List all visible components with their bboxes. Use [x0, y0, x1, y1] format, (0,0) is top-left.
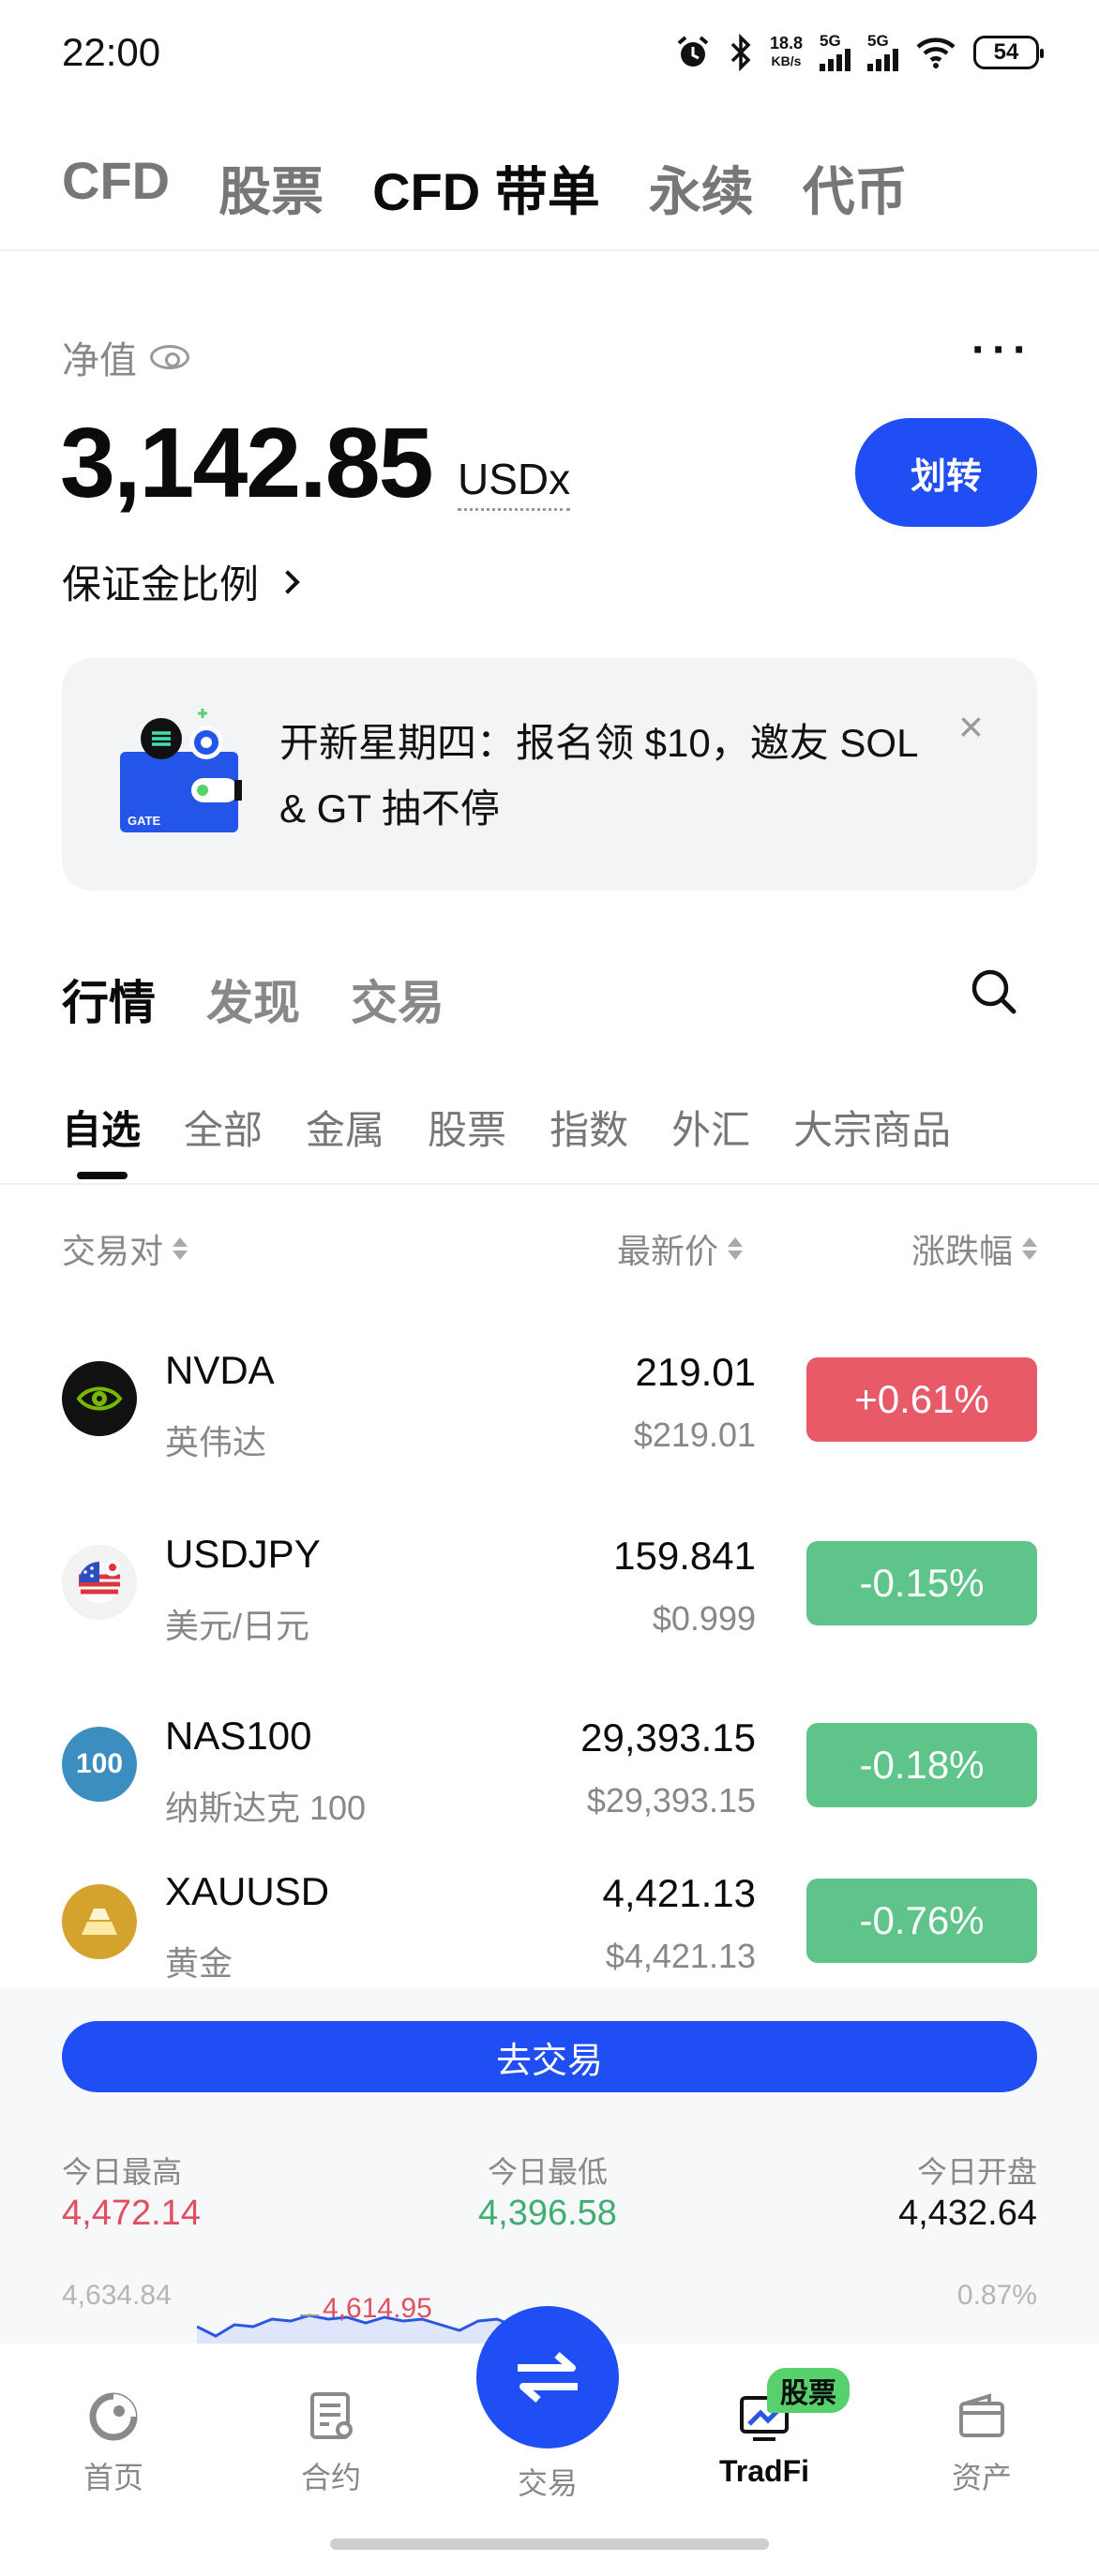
nav-assets[interactable]: 资产 — [911, 2390, 1052, 2497]
nvidia-icon — [62, 1361, 137, 1436]
row-symbol: NAS100 — [165, 1714, 312, 1758]
banner-brand-label: GATE — [128, 814, 160, 828]
equity-label: 净值 — [62, 330, 189, 384]
wallet-icon — [959, 2393, 1004, 2437]
chart-axis-label: 0.87% — [956, 2280, 1037, 2311]
cat-tab-all[interactable]: 全部 — [184, 1099, 263, 1156]
divider — [0, 249, 1099, 251]
close-icon[interactable]: × — [958, 705, 984, 748]
row-usd-price: $4,421.13 — [605, 1937, 756, 1975]
day-high-label: 今日最高 — [62, 2155, 183, 2189]
row-change-badge[interactable]: -0.15% — [806, 1541, 1037, 1625]
row-price: 29,393.15 — [580, 1715, 756, 1760]
alarm-icon — [677, 36, 709, 67]
sort-icon — [173, 1237, 188, 1260]
bluetooth-icon — [730, 34, 751, 71]
row-name: 英伟达 — [165, 1423, 267, 1461]
home-icon — [89, 2392, 138, 2441]
battery-icon: 54 — [973, 36, 1044, 69]
search-icon[interactable] — [970, 967, 1018, 1016]
gold-bar-icon — [62, 1884, 137, 1959]
row-symbol: NVDA — [165, 1348, 275, 1392]
row-name: 黄金 — [165, 1944, 233, 1983]
tab-cfd-copy-trading[interactable]: CFD 带单 — [372, 150, 600, 226]
cat-tab-indices[interactable]: 指数 — [550, 1099, 628, 1156]
tab-tokens[interactable]: 代币 — [803, 150, 908, 226]
row-symbol: XAUUSD — [165, 1869, 330, 1913]
tab-stocks[interactable]: 股票 — [218, 150, 324, 226]
row-change-badge[interactable]: +0.61% — [806, 1357, 1037, 1442]
tab-discover[interactable]: 发现 — [206, 966, 300, 1033]
header-pair[interactable]: 交易对 — [62, 1224, 188, 1273]
divider — [0, 1183, 1099, 1185]
nav-contract[interactable]: 合约 — [261, 2390, 401, 2497]
cat-tab-forex[interactable]: 外汇 — [671, 1099, 750, 1156]
category-tabs: 自选 全部 金属 股票 指数 外汇 大宗商品 — [62, 1099, 951, 1156]
section-tabs: 行情 发现 交易 — [62, 966, 444, 1033]
row-usd-price: $29,393.15 — [586, 1781, 756, 1820]
row-symbol: USDJPY — [165, 1532, 321, 1576]
day-low-value: 4,396.58 — [478, 2194, 617, 2233]
sort-icon — [728, 1237, 744, 1260]
day-open-label: 今日开盘 — [916, 2155, 1037, 2189]
trade-fab-button[interactable] — [476, 2306, 619, 2449]
more-options-button[interactable]: ··· — [971, 324, 1033, 376]
row-price: 219.01 — [635, 1350, 756, 1394]
row-change-badge[interactable]: -0.76% — [806, 1879, 1037, 1963]
row-usd-price: $0.999 — [652, 1599, 756, 1638]
cat-tab-watchlist[interactable]: 自选 — [62, 1099, 141, 1156]
row-name: 美元/日元 — [165, 1607, 310, 1645]
row-price: 4,421.13 — [602, 1871, 757, 1915]
go-trade-button[interactable]: 去交易 — [62, 2021, 1037, 2092]
transfer-button[interactable]: 划转 — [855, 418, 1037, 527]
status-time: 22:00 — [62, 30, 161, 74]
nas100-icon: 100 — [62, 1727, 137, 1802]
cat-tab-stocks[interactable]: 股票 — [428, 1099, 506, 1156]
signal-icon-sim1: 5G — [820, 33, 851, 71]
day-high-value: 4,472.14 — [62, 2194, 201, 2233]
equity-value: 3,142.85 — [60, 408, 434, 518]
net-speed: 18.8 KB/s — [769, 34, 803, 69]
wifi-icon — [916, 37, 956, 68]
signal-icon-sim2: 5G — [867, 33, 898, 71]
sort-icon — [1022, 1237, 1037, 1260]
row-price: 159.841 — [613, 1534, 756, 1578]
home-indicator[interactable] — [330, 2539, 769, 2550]
tab-market[interactable]: 行情 — [62, 966, 156, 1033]
swap-icon — [518, 2351, 578, 2404]
tab-cfd[interactable]: CFD — [62, 150, 170, 226]
tab-perpetual[interactable]: 永续 — [649, 150, 754, 226]
cat-tab-metals[interactable]: 金属 — [306, 1099, 384, 1156]
wallet-promo-icon: GATE — [120, 709, 242, 832]
eye-icon[interactable] — [150, 345, 189, 369]
equity-unit[interactable]: USDx — [458, 454, 571, 511]
active-tab-indicator — [77, 1172, 128, 1179]
cat-tab-commodities[interactable]: 大宗商品 — [793, 1099, 951, 1156]
nav-trade-label[interactable]: 交易 — [476, 2460, 619, 2503]
chart-axis-label: 4,634.84 — [62, 2280, 172, 2311]
status-icons: 18.8 KB/s 5G 5G 54 — [674, 33, 1044, 71]
nav-home[interactable]: 首页 — [43, 2390, 184, 2497]
margin-ratio-link[interactable]: 保证金比例 — [62, 553, 300, 610]
day-open-value: 4,432.64 — [898, 2194, 1037, 2233]
contract-icon — [310, 2392, 353, 2439]
chevron-right-icon — [276, 569, 300, 594]
day-low-label: 今日最低 — [488, 2155, 609, 2189]
us-flag-icon — [62, 1545, 137, 1620]
row-change-badge[interactable]: -0.18% — [806, 1723, 1037, 1807]
top-tabs: CFD 股票 CFD 带单 永续 代币 — [62, 150, 908, 226]
row-usd-price: $219.01 — [633, 1415, 756, 1454]
header-change[interactable]: 涨跌幅 — [911, 1224, 1037, 1273]
tradfi-badge: 股票 — [767, 2368, 850, 2413]
tab-trade[interactable]: 交易 — [351, 966, 444, 1033]
row-name: 纳斯达克 100 — [165, 1789, 367, 1827]
chart-high-marker: 4,614.95 — [323, 2293, 432, 2324]
banner-text: 开新星期四：报名领 $10，邀友 SOL & GT 抽不停 — [279, 721, 917, 831]
header-price[interactable]: 最新价 — [617, 1224, 744, 1273]
